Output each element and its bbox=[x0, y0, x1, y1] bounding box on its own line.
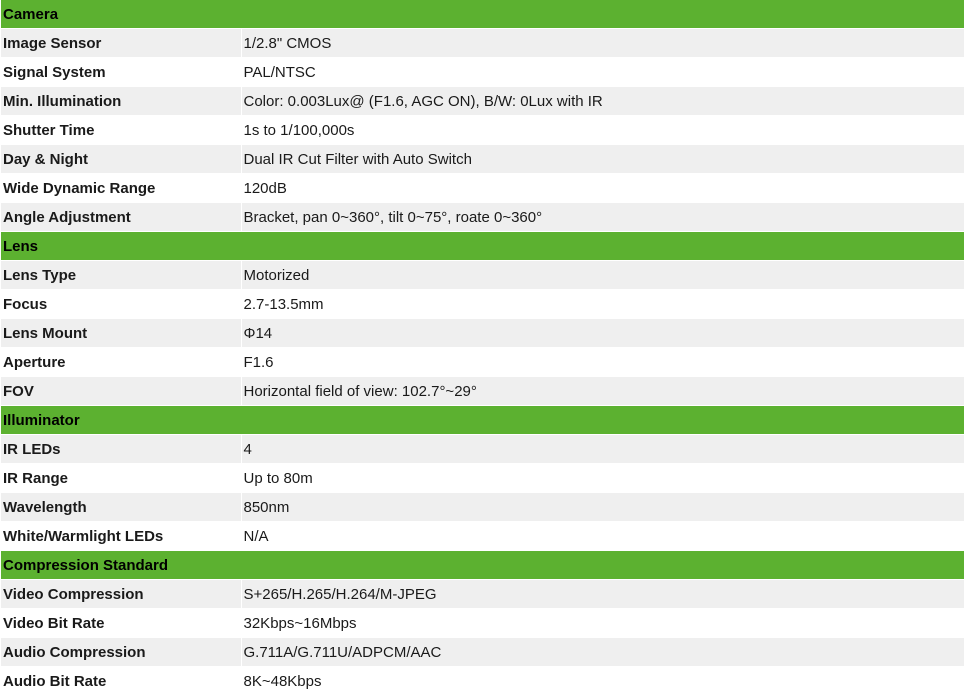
spec-value: Color: 0.003Lux@ (F1.6, AGC ON), B/W: 0L… bbox=[241, 86, 965, 116]
spec-row: Min. Illumination Color: 0.003Lux@ (F1.6,… bbox=[1, 86, 965, 116]
spec-row: IR LEDs 4 bbox=[1, 434, 965, 464]
spec-value: Dual IR Cut Filter with Auto Switch bbox=[241, 144, 965, 174]
spec-label: Aperture bbox=[1, 347, 242, 377]
spec-row: Wavelength 850nm bbox=[1, 492, 965, 522]
spec-value: 1/2.8" CMOS bbox=[241, 28, 965, 58]
spec-value: 32Kbps~16Mbps bbox=[241, 608, 965, 638]
spec-row: Day & Night Dual IR Cut Filter with Auto … bbox=[1, 144, 965, 174]
section-title: Illuminator bbox=[1, 405, 965, 435]
spec-row: Lens Mount Φ14 bbox=[1, 318, 965, 348]
spec-row: Aperture F1.6 bbox=[1, 347, 965, 377]
spec-value: S+265/H.265/H.264/M-JPEG bbox=[241, 579, 965, 609]
spec-label: Day & Night bbox=[1, 144, 242, 174]
section-header-row: Lens bbox=[1, 231, 965, 261]
section-title: Lens bbox=[1, 231, 965, 261]
spec-row: Angle Adjustment Bracket, pan 0~360°, til… bbox=[1, 202, 965, 232]
spec-label: Wavelength bbox=[1, 492, 242, 522]
spec-value: 850nm bbox=[241, 492, 965, 522]
section-header-row: Illuminator bbox=[1, 405, 965, 435]
spec-label: Video Bit Rate bbox=[1, 608, 242, 638]
section-header-row: Camera bbox=[1, 0, 965, 29]
spec-value: F1.6 bbox=[241, 347, 965, 377]
spec-label: Shutter Time bbox=[1, 115, 242, 145]
spec-label: Audio Bit Rate bbox=[1, 666, 242, 696]
spec-label: Wide Dynamic Range bbox=[1, 173, 242, 203]
spec-row: Focus 2.7-13.5mm bbox=[1, 289, 965, 319]
spec-row: Lens Type Motorized bbox=[1, 260, 965, 290]
spec-label: Image Sensor bbox=[1, 28, 242, 58]
spec-value: G.711A/G.711U/ADPCM/AAC bbox=[241, 637, 965, 667]
spec-label: Lens Type bbox=[1, 260, 242, 290]
spec-value: Up to 80m bbox=[241, 463, 965, 493]
spec-value: PAL/NTSC bbox=[241, 57, 965, 87]
spec-row: Shutter Time 1s to 1/100,000s bbox=[1, 115, 965, 145]
spec-value: Motorized bbox=[241, 260, 965, 290]
spec-row: Wide Dynamic Range 120dB bbox=[1, 173, 965, 203]
spec-label: Signal System bbox=[1, 57, 242, 87]
section-header-row: Compression Standard bbox=[1, 550, 965, 580]
spec-label: Lens Mount bbox=[1, 318, 242, 348]
spec-value: 120dB bbox=[241, 173, 965, 203]
spec-label: IR Range bbox=[1, 463, 242, 493]
spec-label: Audio Compression bbox=[1, 637, 242, 667]
spec-row: Image Sensor 1/2.8" CMOS bbox=[1, 28, 965, 58]
spec-row: IR Range Up to 80m bbox=[1, 463, 965, 493]
spec-value: 8K~48Kbps bbox=[241, 666, 965, 696]
section-title: Camera bbox=[1, 0, 965, 29]
spec-row: Video Bit Rate 32Kbps~16Mbps bbox=[1, 608, 965, 638]
spec-row: Audio Bit Rate 8K~48Kbps bbox=[1, 666, 965, 696]
section-title: Compression Standard bbox=[1, 550, 965, 580]
spec-value: 1s to 1/100,000s bbox=[241, 115, 965, 145]
spec-value: Horizontal field of view: 102.7°~29° bbox=[241, 376, 965, 406]
spec-row: FOV Horizontal field of view: 102.7°~29° bbox=[1, 376, 965, 406]
spec-row: Video Compression S+265/H.265/H.264/M-JPE… bbox=[1, 579, 965, 609]
spec-row: White/Warmlight LEDs N/A bbox=[1, 521, 965, 551]
spec-table: Camera Image Sensor 1/2.8" CMOS Signal Syst… bbox=[1, 0, 965, 696]
spec-label: IR LEDs bbox=[1, 434, 242, 464]
spec-row: Audio Compression G.711A/G.711U/ADPCM/AAC bbox=[1, 637, 965, 667]
spec-value: Bracket, pan 0~360°, tilt 0~75°, roate 0… bbox=[241, 202, 965, 232]
spec-label: FOV bbox=[1, 376, 242, 406]
spec-value: N/A bbox=[241, 521, 965, 551]
spec-value: Φ14 bbox=[241, 318, 965, 348]
spec-label: White/Warmlight LEDs bbox=[1, 521, 242, 551]
spec-label: Angle Adjustment bbox=[1, 202, 242, 232]
spec-value: 4 bbox=[241, 434, 965, 464]
spec-label: Min. Illumination bbox=[1, 86, 242, 116]
spec-label: Video Compression bbox=[1, 579, 242, 609]
spec-row: Signal System PAL/NTSC bbox=[1, 57, 965, 87]
spec-value: 2.7-13.5mm bbox=[241, 289, 965, 319]
spec-table-body: Camera Image Sensor 1/2.8" CMOS Signal Syst… bbox=[1, 0, 965, 696]
spec-label: Focus bbox=[1, 289, 242, 319]
